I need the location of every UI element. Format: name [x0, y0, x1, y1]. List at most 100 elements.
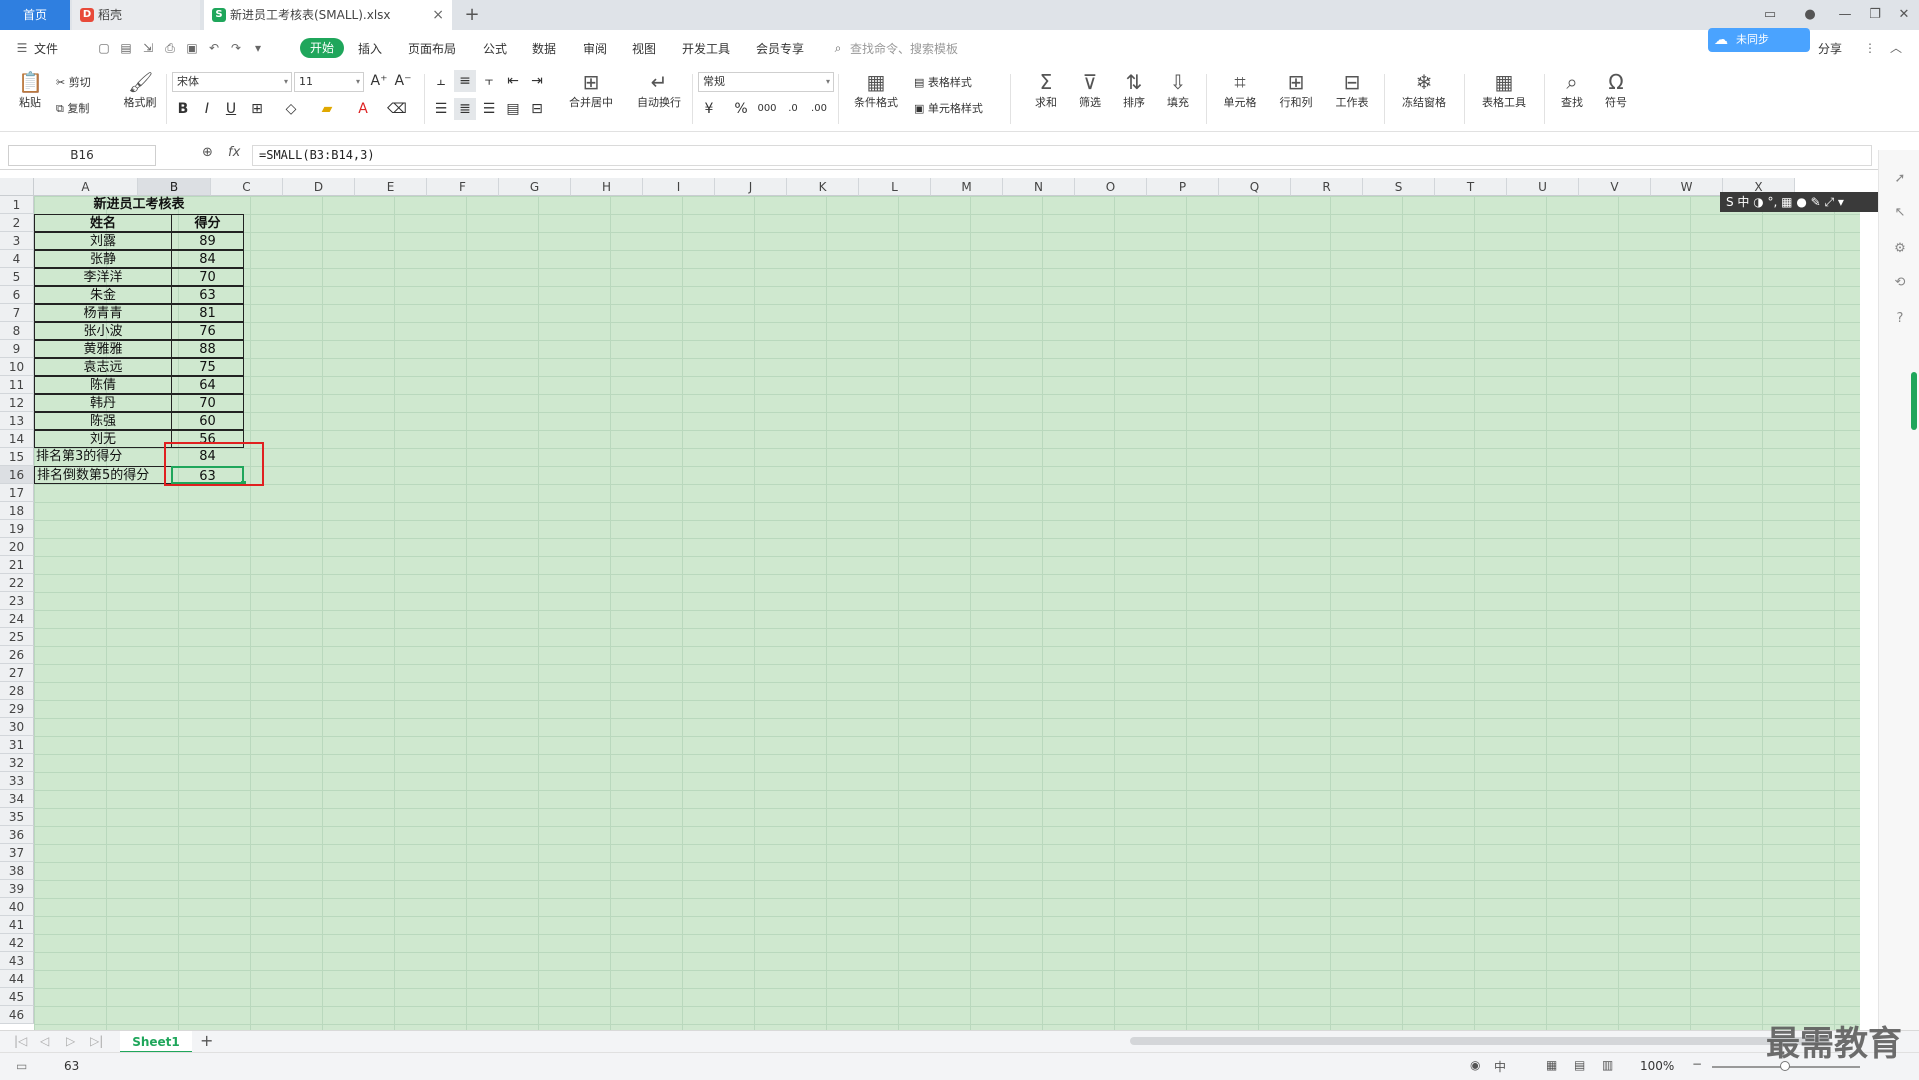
row-header-41[interactable]: 41 — [0, 916, 34, 934]
collapse-ribbon-icon[interactable]: ︿ — [1888, 40, 1904, 56]
name-cell[interactable]: 张静 — [34, 250, 172, 268]
cell-style-button[interactable]: ▣ 单元格样式 — [914, 100, 983, 116]
row-header-4[interactable]: 4 — [0, 250, 34, 268]
row-header-11[interactable]: 11 — [0, 376, 34, 394]
row-header-5[interactable]: 5 — [0, 268, 34, 286]
menu-review[interactable]: 审阅 — [583, 40, 607, 57]
column-header-q[interactable]: Q — [1219, 178, 1291, 196]
column-header-o[interactable]: O — [1075, 178, 1147, 196]
font-color-icon[interactable]: A — [352, 98, 374, 120]
name-cell[interactable]: 韩丹 — [34, 394, 172, 412]
row-header-6[interactable]: 6 — [0, 286, 34, 304]
underline-icon[interactable]: U — [220, 98, 242, 120]
row-header-34[interactable]: 34 — [0, 790, 34, 808]
indent-right-icon[interactable]: ⇥ — [526, 70, 548, 92]
currency-icon[interactable]: ¥ — [698, 98, 720, 120]
name-cell[interactable]: 陈倩 — [34, 376, 172, 394]
menu-formulas[interactable]: 公式 — [483, 40, 507, 57]
column-header-u[interactable]: U — [1507, 178, 1579, 196]
row-header-44[interactable]: 44 — [0, 970, 34, 988]
row-header-37[interactable]: 37 — [0, 844, 34, 862]
row-header-43[interactable]: 43 — [0, 952, 34, 970]
more-icon[interactable]: ▾ — [250, 40, 266, 56]
row-header-21[interactable]: 21 — [0, 556, 34, 574]
name-cell[interactable]: 袁志远 — [34, 358, 172, 376]
print-icon[interactable]: ⎙ — [162, 40, 178, 56]
cut-button[interactable]: ✂ 剪切 — [56, 74, 91, 90]
cursor-icon[interactable]: ↖ — [1891, 204, 1909, 222]
tab-home[interactable]: 首页 — [0, 0, 70, 30]
decrease-decimal-icon[interactable]: .00 — [808, 98, 830, 120]
row-header-45[interactable]: 45 — [0, 988, 34, 1006]
clear-icon[interactable]: ⌫ — [386, 98, 408, 120]
new-icon[interactable]: ▢ — [96, 40, 112, 56]
row-header-19[interactable]: 19 — [0, 520, 34, 538]
add-sheet-icon[interactable]: + — [200, 1031, 213, 1050]
column-header-c[interactable]: C — [211, 178, 283, 196]
normal-view-icon[interactable]: ▦ — [1546, 1058, 1557, 1072]
column-header-e[interactable]: E — [355, 178, 427, 196]
name-cell[interactable]: 张小波 — [34, 322, 172, 340]
align-center-icon[interactable]: ≣ — [454, 98, 476, 120]
row-header-33[interactable]: 33 — [0, 772, 34, 790]
column-header-w[interactable]: W — [1651, 178, 1723, 196]
indent-left-icon[interactable]: ⇤ — [502, 70, 524, 92]
score-cell[interactable]: 81 — [171, 304, 244, 322]
row-header-20[interactable]: 20 — [0, 538, 34, 556]
column-header-r[interactable]: R — [1291, 178, 1363, 196]
fx-icon[interactable]: fx — [228, 145, 240, 160]
decrease-font-icon[interactable]: A⁻ — [392, 70, 414, 92]
row-header-23[interactable]: 23 — [0, 592, 34, 610]
row-header-25[interactable]: 25 — [0, 628, 34, 646]
sum-button[interactable]: Σ 求和 — [1024, 70, 1068, 110]
horizontal-scrollbar[interactable] — [1130, 1037, 1830, 1045]
increase-font-icon[interactable]: A⁺ — [368, 70, 390, 92]
increase-decimal-icon[interactable]: .0 — [782, 98, 804, 120]
score-cell[interactable]: 88 — [171, 340, 244, 358]
menu-file[interactable]: 文件 — [34, 40, 58, 57]
settings-sliders-icon[interactable]: ⚙ — [1891, 240, 1909, 258]
align-right-icon[interactable]: ☰ — [478, 98, 500, 120]
menu-member[interactable]: 会员专享 — [756, 40, 804, 57]
row-col-button[interactable]: ⊞ 行和列 — [1270, 70, 1322, 110]
font-size-select[interactable]: 11 ▾ — [294, 72, 364, 92]
share-button[interactable]: 分享 — [1818, 40, 1842, 57]
row-header-42[interactable]: 42 — [0, 934, 34, 952]
name-box[interactable]: B16 — [8, 145, 156, 166]
score-cell[interactable]: 84 — [171, 250, 244, 268]
window-layout-icon[interactable]: ▭ — [1755, 0, 1785, 30]
row-header-8[interactable]: 8 — [0, 322, 34, 340]
eye-protection-icon[interactable]: ◉ — [1470, 1058, 1480, 1072]
menu-home[interactable]: 开始 — [300, 38, 345, 58]
help-icon[interactable]: ? — [1891, 310, 1909, 328]
zoom-formula-icon[interactable]: ⊕ — [202, 145, 213, 160]
merge-center-button[interactable]: ⊞ 合并居中 — [560, 70, 622, 110]
bold-icon[interactable]: B — [172, 98, 194, 120]
number-format-select[interactable]: 常规 ▾ — [698, 72, 834, 92]
wrap-text-button[interactable]: ↵ 自动换行 — [628, 70, 690, 110]
score-cell[interactable]: 76 — [171, 322, 244, 340]
row-header-12[interactable]: 12 — [0, 394, 34, 412]
menu-insert[interactable]: 插入 — [358, 40, 382, 57]
score-cell[interactable]: 60 — [171, 412, 244, 430]
table-style-button[interactable]: ▤ 表格样式 — [914, 74, 972, 90]
erase-style-icon[interactable]: ◇ — [280, 98, 302, 120]
close-window-icon[interactable]: ✕ — [1889, 0, 1919, 30]
row-header-3[interactable]: 3 — [0, 232, 34, 250]
name-cell[interactable]: 刘无 — [34, 430, 172, 448]
row-header-40[interactable]: 40 — [0, 898, 34, 916]
sheet-tab-sheet1[interactable]: Sheet1 — [120, 1031, 192, 1053]
macro-icon[interactable]: ▭ — [16, 1059, 27, 1073]
align-left-icon[interactable]: ☰ — [430, 98, 452, 120]
justify-icon[interactable]: ▤ — [502, 98, 524, 120]
row-header-2[interactable]: 2 — [0, 214, 34, 232]
row-header-16[interactable]: 16 — [0, 466, 34, 484]
row-header-7[interactable]: 7 — [0, 304, 34, 322]
conditional-format-button[interactable]: ▦ 条件格式 — [846, 70, 906, 110]
row-header-15[interactable]: 15 — [0, 448, 34, 466]
column-header-n[interactable]: N — [1003, 178, 1075, 196]
menu-data[interactable]: 数据 — [532, 40, 556, 57]
name-cell[interactable]: 杨青青 — [34, 304, 172, 322]
symbol-button[interactable]: Ω 符号 — [1596, 70, 1636, 110]
row-header-17[interactable]: 17 — [0, 484, 34, 502]
